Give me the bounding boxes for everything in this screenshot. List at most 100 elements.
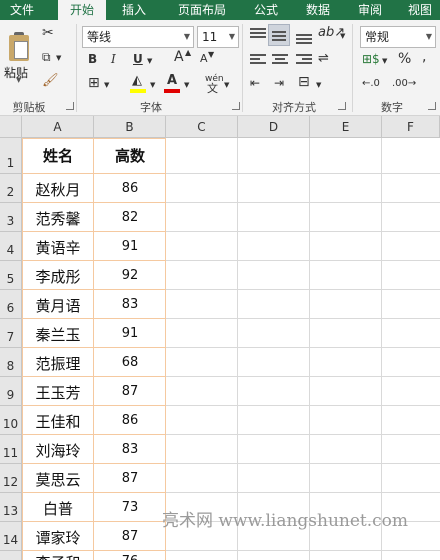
align-center-button[interactable] — [272, 54, 288, 68]
row-header-11[interactable]: 11 — [0, 435, 22, 464]
name-cell[interactable]: 刘海玲 — [22, 440, 94, 461]
name-cell[interactable]: 莫思云 — [22, 469, 94, 490]
score-cell[interactable]: 76 — [94, 554, 166, 560]
name-cell[interactable]: 黄月语 — [22, 295, 94, 316]
score-cell[interactable]: 92 — [94, 268, 166, 283]
name-cell[interactable]: 李子和 — [22, 552, 94, 560]
bold-button[interactable]: B — [88, 52, 97, 66]
orientation-dropdown-icon[interactable]: ▼ — [340, 29, 345, 43]
score-cell[interactable]: 73 — [94, 500, 166, 515]
row-header-7[interactable]: 7 — [0, 319, 22, 348]
column-header-c[interactable]: C — [166, 116, 238, 138]
copy-dropdown-icon[interactable]: ▼ — [56, 51, 61, 65]
align-right-button[interactable] — [296, 54, 312, 68]
accounting-dropdown-icon[interactable]: ▼ — [382, 54, 387, 68]
shrink-font-button[interactable]: A — [200, 52, 208, 66]
score-cell[interactable]: 86 — [94, 413, 166, 428]
tab-review[interactable]: 审阅 — [348, 0, 392, 20]
percent-style-button[interactable]: % — [398, 52, 411, 66]
format-painter-icon[interactable]: 🖌 — [42, 74, 59, 88]
score-cell[interactable]: 86 — [94, 181, 166, 196]
name-cell[interactable]: 谭家玲 — [22, 527, 94, 548]
select-all-corner[interactable] — [0, 116, 22, 138]
tab-data[interactable]: 数据 — [296, 0, 340, 20]
row-header-3[interactable]: 3 — [0, 203, 22, 232]
score-cell[interactable]: 87 — [94, 529, 166, 544]
tab-view[interactable]: 视图 — [400, 0, 440, 20]
row-header-1[interactable]: 1 — [0, 138, 22, 174]
underline-button[interactable]: U — [133, 52, 143, 66]
row-header-10[interactable]: 10 — [0, 406, 22, 435]
tab-formulas[interactable]: 公式 — [244, 0, 288, 20]
score-cell[interactable]: 87 — [94, 384, 166, 399]
name-cell[interactable]: 秦兰玉 — [22, 324, 94, 345]
name-cell[interactable]: 赵秋月 — [22, 179, 94, 200]
row-header-5[interactable]: 5 — [0, 261, 22, 290]
font-color-button[interactable]: A — [164, 74, 182, 94]
fill-color-button[interactable]: ◭ — [130, 74, 148, 94]
grow-font-button[interactable]: A — [174, 50, 184, 64]
borders-icon[interactable]: ⊞ — [88, 76, 100, 90]
accounting-format-icon[interactable]: ⊞$ — [362, 52, 380, 66]
align-top-button[interactable] — [250, 28, 266, 42]
name-cell[interactable]: 王玉芳 — [22, 382, 94, 403]
number-launcher-icon[interactable] — [428, 102, 436, 110]
header-cell-name[interactable]: 姓名 — [22, 145, 94, 166]
borders-dropdown-icon[interactable]: ▼ — [104, 78, 109, 92]
number-format-select[interactable]: 常规 ▼ — [360, 26, 436, 48]
row-header-12[interactable]: 12 — [0, 464, 22, 493]
column-header-b[interactable]: B — [94, 116, 166, 138]
score-cell[interactable]: 83 — [94, 297, 166, 312]
alignment-launcher-icon[interactable] — [338, 102, 346, 110]
wrap-text-icon[interactable]: ⇌ — [318, 52, 329, 66]
font-family-select[interactable]: 等线 ▼ — [82, 26, 194, 48]
paste-button[interactable]: 粘贴 ▼ — [2, 24, 38, 84]
tab-page-layout[interactable]: 页面布局 — [170, 0, 234, 20]
column-header-a[interactable]: A — [22, 116, 94, 138]
tab-insert[interactable]: 插入 — [112, 0, 156, 20]
tab-file[interactable]: 文件 — [0, 0, 44, 20]
font-color-dropdown-icon[interactable]: ▼ — [184, 78, 189, 92]
header-cell-score[interactable]: 高数 — [94, 145, 166, 166]
score-cell[interactable]: 87 — [94, 471, 166, 486]
column-header-e[interactable]: E — [310, 116, 382, 138]
row-header-2[interactable]: 2 — [0, 174, 22, 203]
row-header-9[interactable]: 9 — [0, 377, 22, 406]
font-launcher-icon[interactable] — [232, 102, 240, 110]
copy-icon[interactable]: ⧉ — [42, 50, 51, 64]
column-header-d[interactable]: D — [238, 116, 310, 138]
score-cell[interactable]: 82 — [94, 210, 166, 225]
font-size-select[interactable]: 11 ▼ — [197, 26, 239, 48]
score-cell[interactable]: 91 — [94, 239, 166, 254]
column-header-f[interactable]: F — [382, 116, 440, 138]
score-cell[interactable]: 83 — [94, 442, 166, 457]
phonetic-dropdown-icon[interactable]: ▼ — [224, 78, 229, 92]
row-header-8[interactable]: 8 — [0, 348, 22, 377]
decrease-indent-icon[interactable]: ⇤ — [250, 76, 260, 90]
cut-icon[interactable]: ✂ — [42, 26, 54, 40]
score-cell[interactable]: 91 — [94, 326, 166, 341]
clipboard-launcher-icon[interactable] — [66, 102, 74, 110]
increase-indent-icon[interactable]: ⇥ — [274, 76, 284, 90]
name-cell[interactable]: 王佳和 — [22, 411, 94, 432]
fill-color-dropdown-icon[interactable]: ▼ — [150, 78, 155, 92]
comma-style-icon[interactable]: , — [422, 50, 426, 64]
merge-dropdown-icon[interactable]: ▼ — [316, 78, 321, 92]
merge-center-icon[interactable]: ⊟ — [298, 75, 310, 89]
name-cell[interactable]: 李成彤 — [22, 266, 94, 287]
underline-dropdown-icon[interactable]: ▼ — [147, 54, 152, 68]
align-left-button[interactable] — [250, 54, 266, 68]
name-cell[interactable]: 黄语辛 — [22, 237, 94, 258]
name-cell[interactable]: 范秀馨 — [22, 208, 94, 229]
name-cell[interactable]: 白普 — [22, 498, 94, 519]
score-cell[interactable]: 68 — [94, 355, 166, 370]
row-header-14[interactable]: 14 — [0, 522, 22, 551]
decrease-decimal-icon[interactable]: .00→ — [392, 77, 416, 91]
align-middle-button[interactable] — [268, 24, 290, 46]
row-header-6[interactable]: 6 — [0, 290, 22, 319]
row-header-15[interactable]: 15 — [0, 551, 22, 560]
increase-decimal-icon[interactable]: ←.0 — [362, 77, 380, 91]
align-bottom-button[interactable] — [296, 30, 312, 44]
row-header-4[interactable]: 4 — [0, 232, 22, 261]
row-header-13[interactable]: 13 — [0, 493, 22, 522]
